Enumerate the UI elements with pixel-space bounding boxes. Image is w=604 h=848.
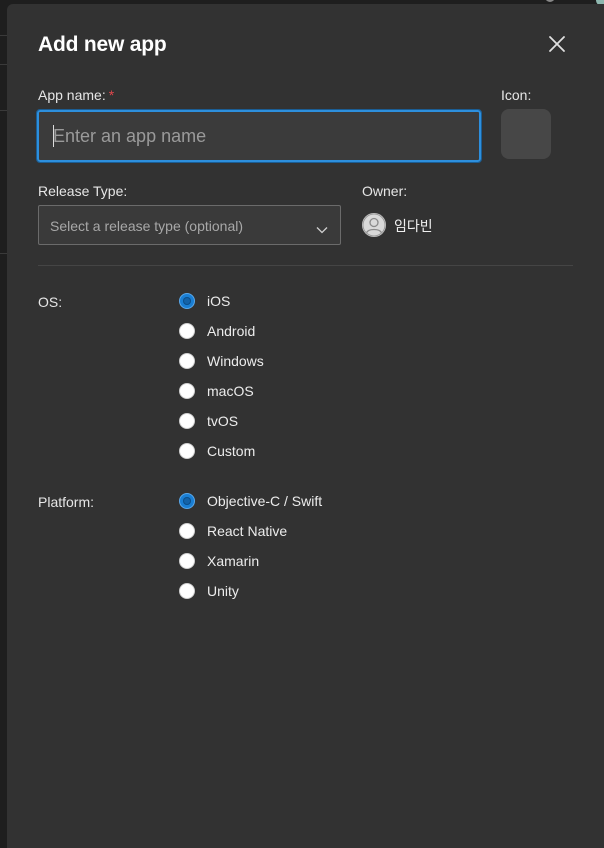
radio-unchecked-icon[interactable] — [179, 383, 195, 399]
close-icon[interactable] — [545, 32, 569, 56]
release-type-label: Release Type: — [38, 183, 128, 199]
icon-label: Icon: — [501, 87, 532, 103]
radio-unchecked-icon[interactable] — [179, 323, 195, 339]
platform-option-unity[interactable]: Unity — [179, 581, 239, 601]
platform-option-xamarin[interactable]: Xamarin — [179, 551, 259, 571]
backdrop-avatar-icon — [545, 0, 555, 2]
radio-unchecked-icon[interactable] — [179, 523, 195, 539]
platform-option-label: React Native — [207, 523, 288, 539]
os-option-label: Android — [207, 323, 256, 339]
os-option-windows[interactable]: Windows — [179, 351, 264, 371]
app-name-input[interactable] — [36, 109, 482, 163]
owner-name: 임다빈 — [394, 218, 433, 234]
platform-option-react-native[interactable]: React Native — [179, 521, 287, 541]
os-option-tvos[interactable]: tvOS — [179, 411, 238, 431]
os-option-label: macOS — [207, 383, 254, 399]
os-label: OS: — [38, 294, 63, 310]
radio-unchecked-icon[interactable] — [179, 413, 195, 429]
platform-label: Platform: — [38, 494, 95, 510]
section-divider — [38, 265, 573, 266]
chevron-down-icon — [316, 221, 328, 239]
app-name-label: App name: * — [38, 87, 114, 103]
platform-option-label: Objective-C / Swift — [207, 493, 323, 509]
os-option-android[interactable]: Android — [179, 321, 255, 341]
radio-unchecked-icon[interactable] — [179, 553, 195, 569]
radio-unchecked-icon[interactable] — [179, 443, 195, 459]
add-app-dialog: Add new app App name:* Icon: Release Typ… — [7, 4, 604, 848]
os-option-label: iOS — [207, 293, 231, 309]
radio-unchecked-icon[interactable] — [179, 353, 195, 369]
radio-checked-icon[interactable] — [179, 293, 195, 309]
app-icon-upload[interactable] — [501, 109, 551, 159]
release-type-placeholder: Select a release type (optional) — [50, 218, 243, 234]
release-type-select[interactable]: Select a release type (optional) — [38, 205, 341, 245]
user-avatar-icon — [362, 213, 386, 237]
os-option-macos[interactable]: macOS — [179, 381, 254, 401]
platform-option-label: Xamarin — [207, 553, 260, 569]
required-mark: * — [108, 87, 115, 103]
platform-option-label: Unity — [207, 583, 239, 599]
os-option-label: tvOS — [207, 413, 239, 429]
os-option-label: Custom — [207, 443, 256, 459]
radio-checked-icon[interactable] — [179, 493, 195, 509]
app-name-label-text: App name: — [38, 87, 106, 103]
owner-label: Owner: — [362, 183, 408, 199]
os-option-ios[interactable]: iOS — [179, 291, 230, 311]
platform-option-objc-swift[interactable]: Objective-C / Swift — [179, 491, 322, 511]
os-option-custom[interactable]: Custom — [179, 441, 255, 461]
radio-unchecked-icon[interactable] — [179, 583, 195, 599]
dialog-title: Add new app — [38, 33, 167, 56]
text-caret — [53, 125, 54, 147]
os-option-label: Windows — [207, 353, 264, 369]
